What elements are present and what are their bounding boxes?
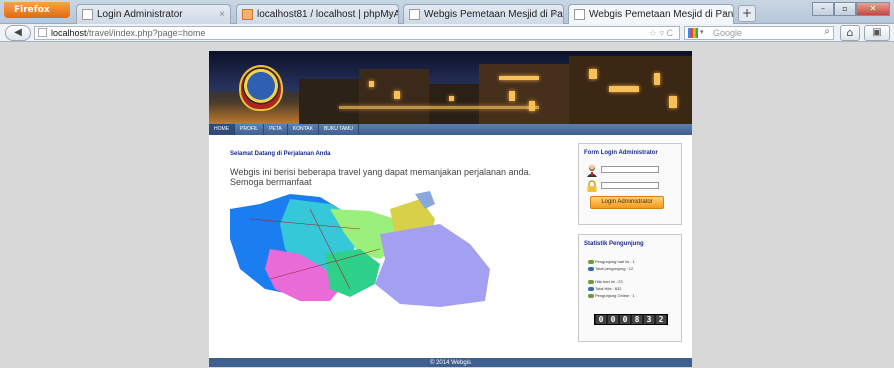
- tab-webgis-active[interactable]: Webgis Pemetaan Mesjid di Pangkalp... ×: [568, 4, 734, 24]
- menu-item-peta[interactable]: PETA: [264, 124, 288, 135]
- counter-digit: 8: [632, 315, 642, 324]
- menu-item-home[interactable]: HOME: [209, 124, 235, 135]
- counter-digit: 0: [608, 315, 618, 324]
- main-menu: HOME PROFIL PETA KONTAK BUKU TAMU: [209, 124, 692, 135]
- phpmyadmin-icon: [242, 9, 253, 20]
- login-panel: Form Login Administrator Login Administr…: [578, 143, 682, 225]
- back-arrow-icon[interactable]: ◀: [5, 25, 31, 41]
- window-controls: – ▫ ✕: [812, 2, 890, 16]
- url-path: /travel/index.php?page=home: [86, 28, 206, 38]
- minimize-icon[interactable]: –: [812, 2, 834, 16]
- tab-phpmyadmin[interactable]: localhost81 / localhost | phpMyAdmi... ×: [236, 4, 399, 24]
- login-title: Form Login Administrator: [584, 150, 658, 156]
- search-input[interactable]: ▾ Google ⌕: [684, 26, 834, 40]
- online-icon: [588, 293, 594, 298]
- tab-login-administrator[interactable]: Login Administrator ×: [76, 4, 231, 24]
- hits-icon: [588, 279, 594, 284]
- login-button[interactable]: Login Administrator: [590, 196, 664, 209]
- site-identity-icon[interactable]: [38, 28, 47, 37]
- lock-icon: [587, 180, 597, 192]
- visitor-icon: [588, 259, 594, 264]
- search-placeholder: Google: [713, 28, 743, 38]
- browser-nav-bar: ◀ localhost/travel/index.php?page=home ☆…: [0, 24, 894, 42]
- stat-line: Pengunjung hari ini : 1: [588, 259, 635, 264]
- page-viewport: HOME PROFIL PETA KONTAK BUKU TAMU Selama…: [0, 43, 894, 367]
- tab-label: Webgis Pemetaan Mesjid di Pangkalp...: [424, 9, 563, 20]
- stat-line: Pengunjung Online : 1: [588, 293, 635, 298]
- menu-item-buku-tamu[interactable]: BUKU TAMU: [319, 124, 359, 135]
- browser-tab-bar: Firefox Login Administrator × localhost8…: [0, 0, 894, 24]
- hit-counter: 0 0 0 8 3 2: [594, 314, 668, 325]
- maximize-icon[interactable]: ▫: [834, 2, 856, 16]
- stat-line: Total Hits : 832: [588, 286, 621, 291]
- home-icon[interactable]: ⌂: [840, 25, 860, 41]
- url-input[interactable]: localhost/travel/index.php?page=home ☆ ▿…: [34, 26, 680, 40]
- counter-digit: 3: [644, 315, 654, 324]
- region-map-image: [230, 191, 490, 307]
- tab-webgis-1[interactable]: Webgis Pemetaan Mesjid di Pangkalp... ×: [403, 4, 564, 24]
- visitor-stats-panel: Statistik Pengunjung Pengunjung hari ini…: [578, 234, 682, 342]
- close-window-icon[interactable]: ✕: [856, 2, 890, 16]
- close-icon[interactable]: ×: [387, 5, 393, 24]
- page-icon: [82, 9, 93, 20]
- stat-line: Hits hari ini : 23: [588, 279, 623, 284]
- menu-item-profil[interactable]: PROFIL: [235, 124, 265, 135]
- visitor-icon: [588, 266, 594, 271]
- close-icon[interactable]: ×: [552, 5, 558, 24]
- google-icon[interactable]: [688, 28, 698, 38]
- password-field[interactable]: [601, 182, 659, 189]
- tab-label: localhost81 / localhost | phpMyAdmi...: [257, 9, 399, 20]
- menu-item-kontak[interactable]: KONTAK: [288, 124, 319, 135]
- welcome-text: Webgis ini berisi beberapa travel yang d…: [230, 167, 532, 187]
- close-icon[interactable]: ×: [722, 5, 728, 24]
- new-tab-button[interactable]: +: [738, 5, 756, 22]
- site-footer: © 2014 Webgis: [209, 358, 692, 367]
- hits-icon: [588, 286, 594, 291]
- search-icon[interactable]: ⌕: [824, 26, 830, 38]
- url-host: localhost: [51, 28, 87, 38]
- user-icon: [587, 164, 597, 177]
- counter-digit: 0: [596, 315, 606, 324]
- page-icon: [409, 9, 420, 20]
- header-banner: [209, 51, 692, 124]
- extension-icon[interactable]: ▣: [864, 25, 890, 41]
- counter-digit: 2: [656, 315, 666, 324]
- close-icon[interactable]: ×: [219, 5, 225, 24]
- tab-label: Login Administrator: [97, 9, 183, 20]
- stat-line: Total pengunjung : 12: [588, 266, 633, 271]
- stats-title: Statistik Pengunjung: [584, 241, 644, 247]
- counter-digit: 0: [620, 315, 630, 324]
- regency-emblem-logo: [239, 65, 283, 111]
- bookmark-star-icon[interactable]: ☆ ▿ C: [649, 27, 673, 39]
- site-container: HOME PROFIL PETA KONTAK BUKU TAMU Selama…: [209, 51, 692, 367]
- welcome-title: Selamat Datang di Perjalanan Anda: [230, 151, 331, 157]
- firefox-menu-button[interactable]: Firefox: [4, 2, 70, 18]
- username-field[interactable]: [601, 166, 659, 173]
- chevron-down-icon[interactable]: ▾: [700, 27, 704, 39]
- page-icon: [574, 9, 585, 20]
- tab-label: Webgis Pemetaan Mesjid di Pangkalp...: [589, 9, 734, 20]
